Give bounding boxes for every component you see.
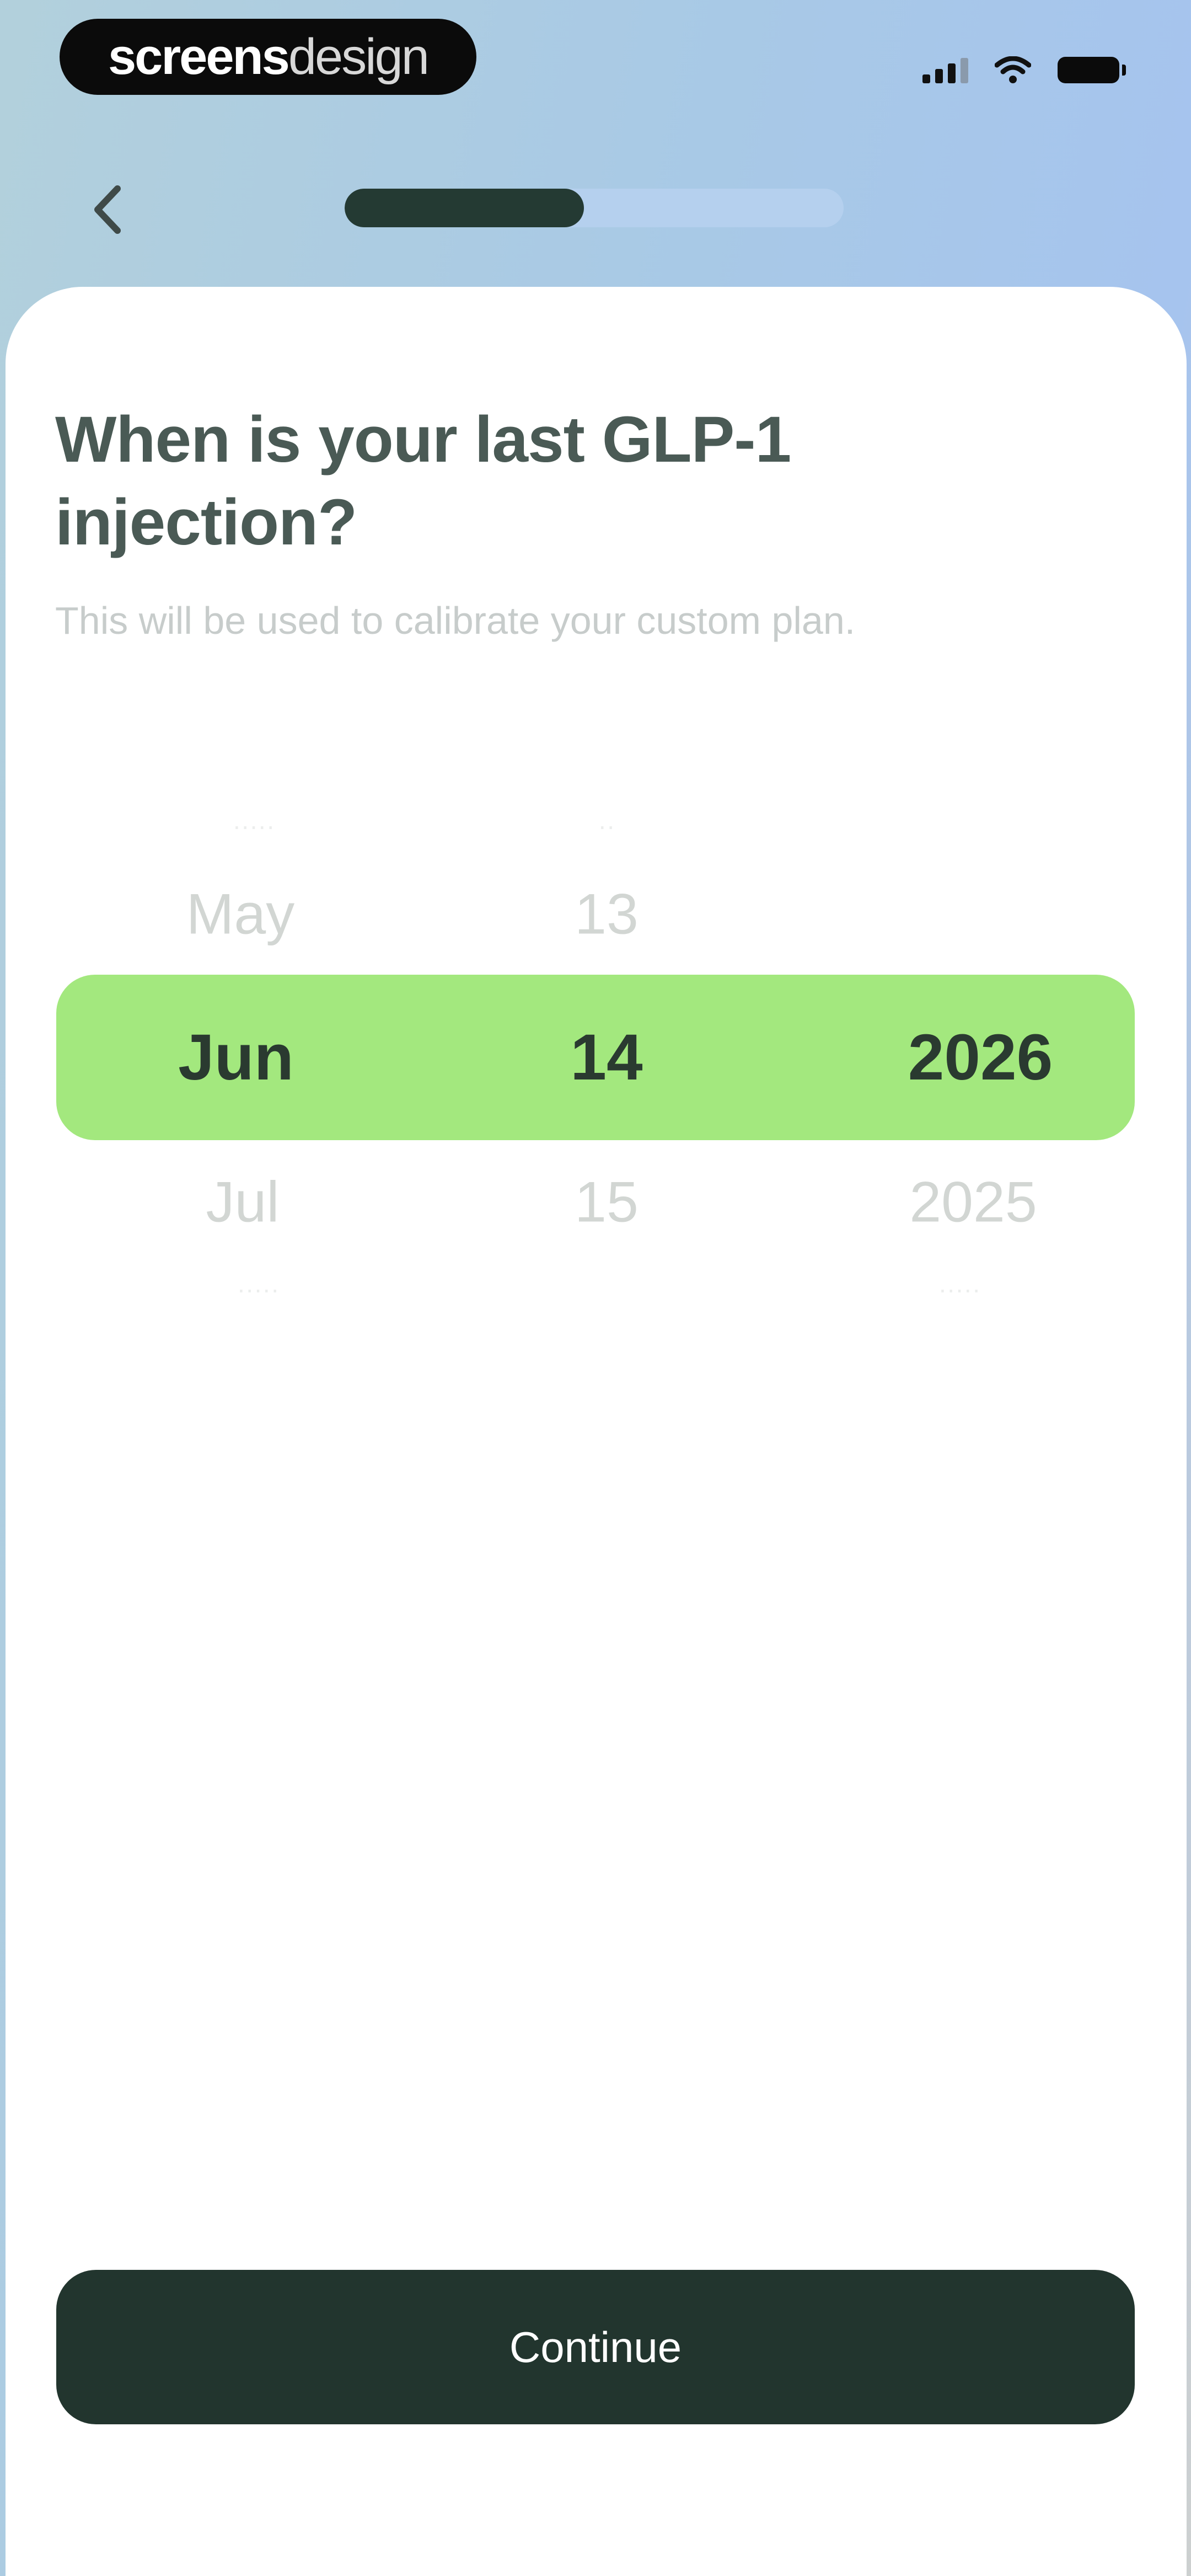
brand-logo-bold: screens <box>108 28 290 85</box>
progress-bar <box>345 189 844 227</box>
picker-month-faded-above[interactable]: ····· <box>233 811 275 841</box>
picker-year-selected[interactable]: 2026 <box>908 1020 1053 1095</box>
onboarding-screen: screens design When is your last GLP-1 in… <box>0 0 1191 2576</box>
picker-month-above[interactable]: May <box>186 882 294 948</box>
picker-year-below[interactable]: 2025 <box>909 1170 1037 1236</box>
back-button[interactable] <box>83 179 132 240</box>
wifi-icon <box>995 56 1031 83</box>
picker-day-below[interactable]: 15 <box>575 1170 639 1236</box>
picker-day-above[interactable]: 13 <box>575 882 639 948</box>
brand-logo: screens design <box>60 19 476 95</box>
brand-logo-light: design <box>288 28 430 85</box>
question-subtitle: This will be used to calibrate your cust… <box>55 599 856 642</box>
picker-day-selected[interactable]: 14 <box>570 1020 642 1095</box>
picker-day-faded-above[interactable]: ·· <box>598 811 615 841</box>
battery-icon <box>1058 57 1126 83</box>
progress-bar-fill <box>345 189 584 227</box>
cellular-signal-icon <box>922 57 968 83</box>
picker-year-faded-below[interactable]: ····· <box>938 1274 981 1304</box>
question-title: When is your last GLP-1 injection? <box>55 403 791 559</box>
status-icons <box>922 51 1126 89</box>
chevron-left-icon <box>94 185 121 234</box>
picker-month-faded-below[interactable]: ····· <box>237 1274 280 1304</box>
continue-button[interactable]: Continue <box>56 2270 1135 2424</box>
picker-month-selected[interactable]: Jun <box>178 1020 294 1095</box>
picker-month-below[interactable]: Jul <box>206 1170 280 1236</box>
